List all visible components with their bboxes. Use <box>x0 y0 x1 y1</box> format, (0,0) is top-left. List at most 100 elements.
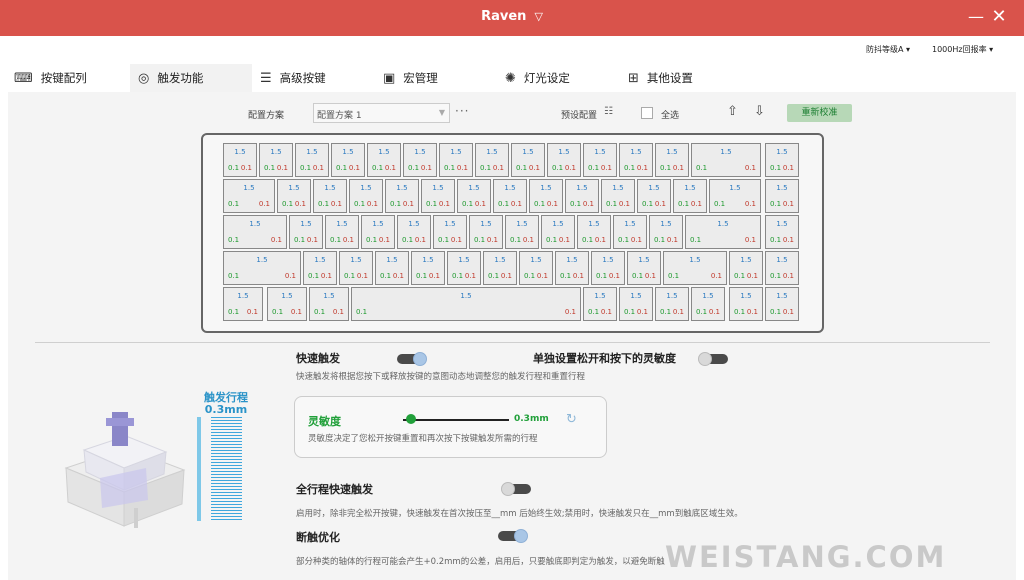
tab-trigger[interactable]: ◎ 触发功能 <box>130 64 252 92</box>
tab-advanced-keys[interactable]: ☰ 高级按键 <box>252 64 370 92</box>
key[interactable]: 1.5 0.1 0.1 <box>349 179 383 213</box>
key-actuation-value: 1.5 <box>558 148 570 156</box>
more-options-button[interactable]: ··· <box>455 104 469 118</box>
key[interactable]: 1.5 0.1 0.1 <box>313 179 347 213</box>
key[interactable]: 1.5 0.1 0.1 <box>289 215 323 249</box>
key[interactable]: 1.5 0.1 0.1 <box>339 251 373 285</box>
tab-macro[interactable]: ▣ 宏管理 <box>375 64 493 92</box>
key[interactable]: 1.5 0.1 0.1 <box>673 179 707 213</box>
key[interactable]: 1.5 0.1 0.1 <box>223 251 301 285</box>
key[interactable]: 1.5 0.1 0.1 <box>351 287 581 321</box>
key[interactable]: 1.5 0.1 0.1 <box>411 251 445 285</box>
key[interactable]: 1.5 0.1 0.1 <box>367 143 401 177</box>
break-opt-title: 断触优化 <box>296 531 340 544</box>
tab-other-settings[interactable]: ⊞ 其他设置 <box>620 64 738 92</box>
key[interactable]: 1.5 0.1 0.1 <box>565 179 599 213</box>
key[interactable]: 1.5 0.1 0.1 <box>511 143 545 177</box>
key[interactable]: 1.5 0.1 0.1 <box>729 287 763 321</box>
key[interactable]: 1.5 0.1 0.1 <box>361 215 395 249</box>
tab-lighting[interactable]: ✺ 灯光设定 <box>497 64 615 92</box>
key[interactable]: 1.5 0.1 0.1 <box>601 179 635 213</box>
key[interactable]: 1.5 0.1 0.1 <box>583 287 617 321</box>
key[interactable]: 1.5 0.1 0.1 <box>259 143 293 177</box>
key[interactable]: 1.5 0.1 0.1 <box>421 179 455 213</box>
key[interactable]: 1.5 0.1 0.1 <box>295 143 329 177</box>
key[interactable]: 1.5 0.1 0.1 <box>627 251 661 285</box>
key[interactable]: 1.5 0.1 0.1 <box>765 215 799 249</box>
key[interactable]: 1.5 0.1 0.1 <box>331 143 365 177</box>
key[interactable]: 1.5 0.1 0.1 <box>303 251 337 285</box>
key[interactable]: 1.5 0.1 0.1 <box>655 143 689 177</box>
key[interactable]: 1.5 0.1 0.1 <box>447 251 481 285</box>
key[interactable]: 1.5 0.1 0.1 <box>663 251 727 285</box>
key[interactable]: 1.5 0.1 0.1 <box>619 287 653 321</box>
key[interactable]: 1.5 0.1 0.1 <box>613 215 647 249</box>
key[interactable]: 1.5 0.1 0.1 <box>403 143 437 177</box>
key[interactable]: 1.5 0.1 0.1 <box>685 215 761 249</box>
tab-key-layout[interactable]: ⌨ 按键配列 <box>6 64 124 92</box>
key[interactable]: 1.5 0.1 0.1 <box>555 251 589 285</box>
break-opt-toggle[interactable] <box>498 529 528 543</box>
key[interactable]: 1.5 0.1 0.1 <box>655 287 689 321</box>
key[interactable]: 1.5 0.1 0.1 <box>729 251 763 285</box>
key[interactable]: 1.5 0.1 0.1 <box>691 287 725 321</box>
key[interactable]: 1.5 0.1 0.1 <box>475 143 509 177</box>
key[interactable]: 1.5 0.1 0.1 <box>765 143 799 177</box>
preset-list-icon[interactable]: ☷ <box>604 106 613 117</box>
key[interactable]: 1.5 0.1 0.1 <box>267 287 307 321</box>
key[interactable]: 1.5 0.1 0.1 <box>765 179 799 213</box>
key[interactable]: 1.5 0.1 0.1 <box>505 215 539 249</box>
key[interactable]: 1.5 0.1 0.1 <box>309 287 349 321</box>
key[interactable]: 1.5 0.1 0.1 <box>691 143 761 177</box>
key[interactable]: 1.5 0.1 0.1 <box>223 179 275 213</box>
key-release-sensitivity: 0.1 <box>782 164 794 172</box>
key[interactable]: 1.5 0.1 0.1 <box>469 215 503 249</box>
key[interactable]: 1.5 0.1 0.1 <box>223 215 287 249</box>
rapid-trigger-toggle[interactable] <box>397 352 427 366</box>
key[interactable]: 1.5 0.1 0.1 <box>223 287 263 321</box>
window-title[interactable]: Raven ▽ <box>0 9 1024 24</box>
profile-select[interactable]: 配置方案 1 ▼ <box>313 103 450 123</box>
recalibrate-button[interactable]: 重新校准 <box>787 104 852 122</box>
key[interactable]: 1.5 0.1 0.1 <box>583 143 617 177</box>
key[interactable]: 1.5 0.1 0.1 <box>591 251 625 285</box>
key[interactable]: 1.5 0.1 0.1 <box>765 287 799 321</box>
key[interactable]: 1.5 0.1 0.1 <box>619 143 653 177</box>
key[interactable]: 1.5 0.1 0.1 <box>457 179 491 213</box>
key-press-sensitivity: 0.1 <box>560 272 572 280</box>
debounce-select[interactable]: 防抖等级A ▾ <box>866 44 910 55</box>
key[interactable]: 1.5 0.1 0.1 <box>433 215 467 249</box>
key[interactable]: 1.5 0.1 0.1 <box>649 215 683 249</box>
key[interactable]: 1.5 0.1 0.1 <box>519 251 553 285</box>
select-all-checkbox[interactable] <box>641 107 653 119</box>
key[interactable]: 1.5 0.1 0.1 <box>325 215 359 249</box>
minimize-button[interactable]: — <box>966 7 986 27</box>
profile-dropdown-icon[interactable]: ▽ <box>534 10 542 23</box>
full-travel-toggle[interactable] <box>501 482 531 496</box>
key[interactable]: 1.5 0.1 0.1 <box>547 143 581 177</box>
key[interactable]: 1.5 0.1 0.1 <box>709 179 761 213</box>
key[interactable]: 1.5 0.1 0.1 <box>637 179 671 213</box>
key-press-sensitivity: 0.1 <box>498 200 510 208</box>
close-button[interactable]: ✕ <box>988 6 1010 28</box>
upload-icon[interactable]: ⇧ <box>727 104 738 119</box>
key[interactable]: 1.5 0.1 0.1 <box>439 143 473 177</box>
polling-rate-select[interactable]: 1000Hz回报率 ▾ <box>932 44 993 55</box>
key[interactable]: 1.5 0.1 0.1 <box>385 179 419 213</box>
key[interactable]: 1.5 0.1 0.1 <box>277 179 311 213</box>
key[interactable]: 1.5 0.1 0.1 <box>483 251 517 285</box>
key[interactable]: 1.5 0.1 0.1 <box>529 179 563 213</box>
key[interactable]: 1.5 0.1 0.1 <box>493 179 527 213</box>
key-actuation-value: 1.5 <box>234 148 246 156</box>
key[interactable]: 1.5 0.1 0.1 <box>375 251 409 285</box>
key[interactable]: 1.5 0.1 0.1 <box>577 215 611 249</box>
key[interactable]: 1.5 0.1 0.1 <box>541 215 575 249</box>
key-release-sensitivity: 0.1 <box>710 272 722 280</box>
key[interactable]: 1.5 0.1 0.1 <box>765 251 799 285</box>
sensitivity-slider[interactable] <box>403 419 509 421</box>
download-icon[interactable]: ⇩ <box>754 104 765 119</box>
key[interactable]: 1.5 0.1 0.1 <box>223 143 257 177</box>
key[interactable]: 1.5 0.1 0.1 <box>397 215 431 249</box>
reset-icon[interactable]: ↻ <box>566 412 577 427</box>
separate-sensitivity-toggle[interactable] <box>698 352 728 366</box>
